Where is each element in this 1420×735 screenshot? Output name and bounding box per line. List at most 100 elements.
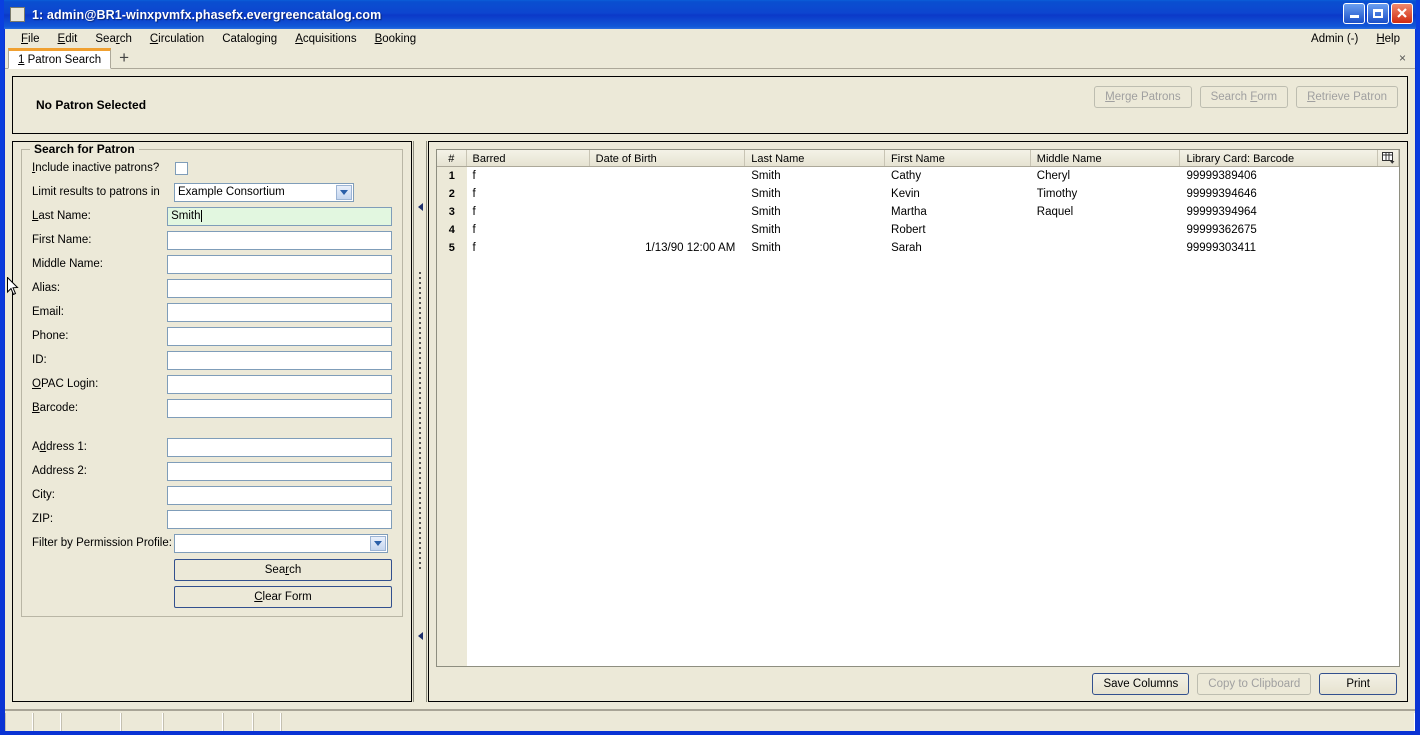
splitter-grip bbox=[419, 271, 421, 572]
search-form-button[interactable]: Search Form bbox=[1199, 86, 1289, 108]
copy-to-clipboard-button[interactable]: Copy to Clipboard bbox=[1197, 673, 1312, 695]
column-header-barred[interactable]: Barred bbox=[467, 150, 590, 166]
table-row[interactable]: 4 f Smith Robert 99999362675 bbox=[437, 221, 1399, 239]
menu-acquisitions[interactable]: Acquisitions bbox=[286, 31, 365, 47]
cell-barred: f bbox=[472, 224, 476, 236]
pane-splitter[interactable] bbox=[413, 141, 427, 702]
city-input[interactable] bbox=[167, 485, 392, 505]
tab-patron-search[interactable]: 1 Patron Search bbox=[8, 48, 112, 69]
close-button[interactable] bbox=[1391, 3, 1413, 24]
clear-form-button-row: Clear Form bbox=[22, 586, 402, 608]
splitter-collapse-up-icon[interactable] bbox=[417, 203, 423, 211]
status-bar bbox=[5, 709, 1415, 731]
first-name-input[interactable] bbox=[167, 230, 392, 250]
table-row[interactable]: 2 f Smith Kevin Timothy 99999394646 bbox=[437, 185, 1399, 203]
cell-dob bbox=[590, 185, 746, 203]
column-header-last-name[interactable]: Last Name bbox=[745, 150, 886, 166]
retrieve-patron-button[interactable]: Retrieve Patron bbox=[1296, 86, 1398, 108]
label-id: ID: bbox=[32, 354, 47, 366]
column-header-first-name[interactable]: First Name bbox=[885, 150, 1031, 166]
menu-help[interactable]: Help bbox=[1367, 31, 1409, 47]
column-header-middle-name[interactable]: Middle Name bbox=[1031, 150, 1181, 166]
barcode-input[interactable] bbox=[167, 398, 392, 418]
cell-dob bbox=[590, 167, 746, 185]
cell-num: 1 bbox=[437, 167, 467, 185]
column-header-[interactable]: # bbox=[437, 150, 467, 166]
menu-bar-right: Admin (-) Help bbox=[1302, 29, 1409, 48]
cell-last: Smith bbox=[751, 188, 781, 200]
cell-num: 4 bbox=[437, 221, 467, 239]
cell-dob bbox=[590, 221, 746, 239]
label-email: Email: bbox=[32, 306, 64, 318]
column-picker-icon[interactable] bbox=[1377, 150, 1399, 166]
patron-status-text: No Patron Selected bbox=[36, 98, 147, 112]
menu-edit[interactable]: Edit bbox=[49, 31, 87, 47]
menu-file[interactable]: File bbox=[12, 31, 49, 47]
last-name-value: Smith bbox=[171, 210, 201, 222]
id-input[interactable] bbox=[167, 350, 392, 370]
status-cell-6 bbox=[223, 713, 253, 731]
field-row-limit-results: Limit results to patrons in Example Cons… bbox=[22, 180, 402, 204]
cell-num: 5 bbox=[437, 239, 467, 257]
field-row-include-inactive: Include inactive patrons? bbox=[22, 156, 402, 180]
permission-profile-select[interactable] bbox=[174, 533, 388, 553]
email-input[interactable] bbox=[167, 302, 392, 322]
field-row-barcode: Barcode: bbox=[22, 396, 402, 420]
patron-action-buttons: Merge Patrons Search Form Retrieve Patro… bbox=[1094, 86, 1398, 108]
label-include-inactive: Include inactive patrons? bbox=[32, 162, 160, 174]
table-row[interactable]: 1 f Smith Cathy Cheryl 99999389406 bbox=[437, 167, 1399, 185]
chevron-down-icon bbox=[336, 184, 352, 200]
menu-circulation[interactable]: Circulation bbox=[141, 31, 213, 47]
close-tab-icon[interactable]: × bbox=[1399, 51, 1406, 65]
field-row-phone: Phone: bbox=[22, 324, 402, 348]
cell-last: Smith bbox=[751, 224, 781, 236]
table-row[interactable]: 3 f Smith Martha Raquel 99999394964 bbox=[437, 203, 1399, 221]
opac-login-input[interactable] bbox=[167, 374, 392, 394]
main-content: No Patron Selected Merge Patrons Search … bbox=[5, 69, 1415, 709]
splitter-collapse-down-icon[interactable] bbox=[417, 632, 423, 640]
table-header-row: # Barred Date of Birth Last Name First Name M… bbox=[437, 150, 1399, 167]
column-header-library-card-barcode[interactable]: Library Card: Barcode bbox=[1180, 150, 1399, 166]
include-inactive-checkbox[interactable] bbox=[175, 161, 188, 175]
menu-admin[interactable]: Admin (-) bbox=[1302, 31, 1367, 47]
field-row-alias: Alias: bbox=[22, 276, 402, 300]
client-area: File Edit Search Circulation Cataloging … bbox=[4, 29, 1416, 731]
menu-search[interactable]: Search bbox=[86, 31, 140, 47]
minimize-button[interactable] bbox=[1343, 3, 1365, 24]
new-tab-button[interactable]: + bbox=[111, 49, 137, 68]
status-cell-message bbox=[281, 713, 1415, 731]
tab-bar: 1 Patron Search + × bbox=[5, 48, 1415, 69]
search-button[interactable]: Search bbox=[174, 559, 392, 581]
app-icon bbox=[10, 7, 25, 22]
cell-barcode: 99999362675 bbox=[1186, 224, 1257, 236]
label-address2: Address 2: bbox=[32, 465, 87, 477]
zip-input[interactable] bbox=[167, 509, 392, 529]
print-button[interactable]: Print bbox=[1319, 673, 1397, 695]
middle-name-input[interactable] bbox=[167, 254, 392, 274]
label-opac-login: OPAC Login: bbox=[32, 378, 99, 390]
table-rows: 1 f Smith Cathy Cheryl 99999389406 2 f Smith Kevi… bbox=[437, 167, 1399, 257]
cell-middle: Raquel bbox=[1036, 206, 1074, 218]
label-zip: ZIP: bbox=[32, 513, 54, 525]
table-row[interactable]: 5 f 1/13/90 12:00 AM Smith Sarah 99999303411 bbox=[437, 239, 1399, 257]
menu-booking[interactable]: Booking bbox=[366, 31, 426, 47]
cell-barcode: 99999394646 bbox=[1186, 188, 1257, 200]
limit-results-select[interactable]: Example Consortium bbox=[174, 182, 354, 202]
phone-input[interactable] bbox=[167, 326, 392, 346]
merge-patrons-button[interactable]: Merge Patrons bbox=[1094, 86, 1192, 108]
cell-first: Sarah bbox=[891, 242, 922, 254]
maximize-button[interactable] bbox=[1367, 3, 1389, 24]
alias-input[interactable] bbox=[167, 278, 392, 298]
save-columns-button[interactable]: Save Columns bbox=[1092, 673, 1190, 695]
clear-form-button[interactable]: Clear Form bbox=[174, 586, 392, 608]
address2-input[interactable] bbox=[167, 461, 392, 481]
status-cell-1 bbox=[5, 713, 33, 731]
field-row-last-name: Last Name: Smith bbox=[22, 204, 402, 228]
cell-last: Smith bbox=[751, 170, 781, 182]
table-body: 1 f Smith Cathy Cheryl 99999389406 2 f Smith Kevi… bbox=[437, 167, 1399, 666]
last-name-input[interactable]: Smith bbox=[167, 206, 392, 226]
address1-input[interactable] bbox=[167, 437, 392, 457]
menu-cataloging[interactable]: Cataloging bbox=[213, 31, 286, 47]
column-header-date-of-birth[interactable]: Date of Birth bbox=[590, 150, 746, 166]
field-row-city: City: bbox=[22, 483, 402, 507]
